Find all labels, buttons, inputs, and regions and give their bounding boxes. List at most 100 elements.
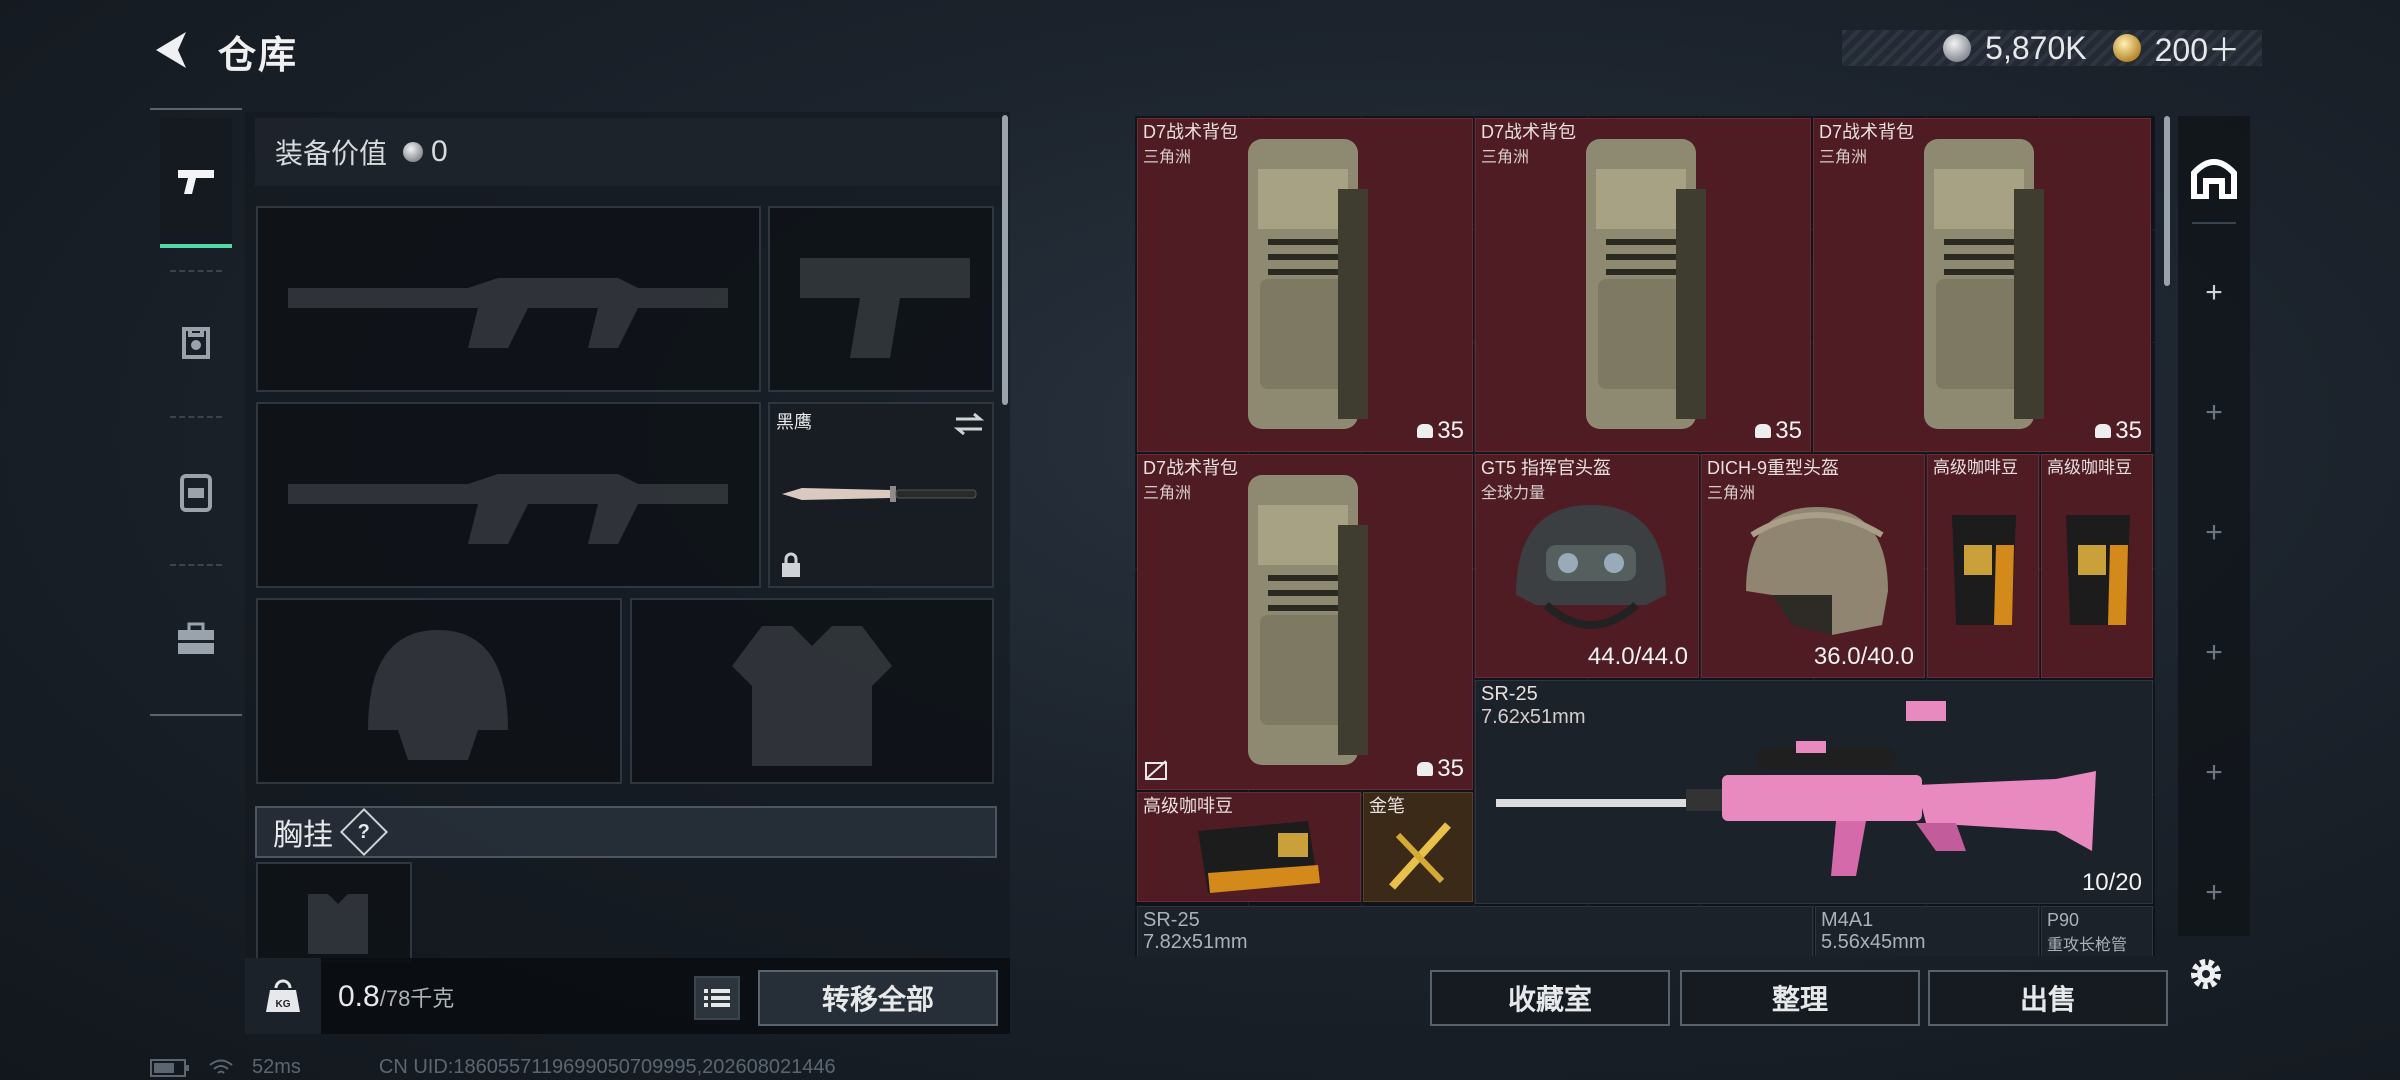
vest-silhouette-icon: [732, 626, 892, 766]
list-icon: [704, 989, 730, 1007]
no-insure-icon: [1145, 760, 1167, 780]
stash-item-helmet[interactable]: DICH-9重型头盔 三角洲 36.0/40.0: [1701, 454, 1925, 678]
coffee-bag-icon: [1952, 515, 2016, 625]
uid: CN UID:1860557119699050709995,2026080214…: [378, 1056, 836, 1078]
weight-max: /78千克: [379, 986, 455, 1011]
stash-page-rail: + + + + + +: [2178, 116, 2250, 936]
gear-icon: [2191, 959, 2221, 989]
stash-item-rifle[interactable]: SR-25 7.62x51mm 10/20: [1475, 680, 2153, 904]
pink-rifle-icon: [1496, 701, 2096, 876]
transfer-all-button[interactable]: 转移全部: [758, 970, 998, 1026]
gold-coin-icon: [2112, 34, 2141, 62]
lock-icon: [782, 552, 800, 577]
chest-rig-label: 胸挂: [273, 819, 333, 852]
add-stash-page-button[interactable]: +: [2178, 276, 2250, 310]
rifle-silhouette-icon: [288, 278, 728, 348]
stash-item-helmet[interactable]: GT5 指挥官头盔 全球力量 44.0/44.0: [1475, 454, 1699, 678]
stash-item-coffee[interactable]: 高级咖啡豆: [1137, 792, 1361, 902]
knife-icon: [782, 486, 977, 502]
stash-item-coffee[interactable]: 高级咖啡豆: [1927, 454, 2039, 678]
primary-weapon-slot[interactable]: [256, 206, 761, 392]
weight-icon: KG: [245, 958, 321, 1034]
swap-icon[interactable]: [954, 412, 984, 436]
stash-home-tab[interactable]: [2178, 146, 2250, 206]
collection-room-button[interactable]: 收藏室: [1430, 970, 1670, 1026]
helmet-icon: [1746, 507, 1888, 635]
armor-icon: [182, 327, 210, 359]
pistol-slot[interactable]: [768, 206, 994, 392]
stash-item-smg[interactable]: P90 重攻长枪管: [2041, 906, 2153, 956]
add-stash-page-button[interactable]: +: [2178, 756, 2250, 790]
melee-slot[interactable]: 黑鹰: [768, 402, 994, 588]
backpack-icon: [1248, 475, 1368, 765]
stash-grid: D7战术背包 三角洲 35 D7战术背包 三角洲 35 D7战术背包 三角洲 3…: [1135, 116, 2155, 956]
melee-name: 黑鹰: [776, 412, 812, 432]
status-bar: 52ms CN UID:1860557119699050709995,20260…: [150, 1056, 836, 1079]
stash-item-rifle[interactable]: M4A1 5.56x45mm: [1815, 906, 2039, 956]
wifi-icon: [209, 1059, 233, 1074]
weight-badge-icon: [1417, 762, 1434, 776]
tab-weapons[interactable]: [160, 118, 232, 248]
weight-readout: 0.8/78千克: [338, 980, 454, 1014]
back-button[interactable]: [150, 28, 194, 72]
coffee-bag-icon: [2066, 515, 2130, 625]
weight-badge-icon: [1417, 424, 1434, 438]
stash-item-backpack[interactable]: D7战术背包 三角洲 35: [1813, 118, 2151, 452]
help-icon[interactable]: ?: [339, 807, 389, 857]
armor-slot[interactable]: [630, 598, 994, 784]
silver-amount: 5,870K: [1985, 29, 2087, 66]
add-stash-page-button[interactable]: +: [2178, 396, 2250, 430]
page-title: 仓库: [218, 35, 299, 77]
stash-item-gold-pen[interactable]: 金笔: [1363, 792, 1473, 902]
settings-button[interactable]: [2186, 954, 2226, 994]
organize-button[interactable]: 整理: [1680, 970, 1920, 1026]
equipment-value-bar: 装备价值 0: [255, 118, 1000, 186]
currency-bar: 5,870K 200＋: [1842, 29, 2262, 68]
pistol-icon: [178, 170, 214, 194]
tab-armor[interactable]: [160, 278, 232, 408]
stash-item-coffee[interactable]: 高级咖啡豆: [2041, 454, 2153, 678]
sell-button[interactable]: 出售: [1928, 970, 2168, 1026]
ping: 52ms: [252, 1056, 301, 1078]
stash-item-backpack[interactable]: D7战术背包 三角洲 35: [1137, 454, 1473, 790]
tab-backpack[interactable]: [160, 426, 232, 556]
chest-rig-slot[interactable]: [256, 862, 412, 962]
backpack-icon: [180, 474, 212, 512]
chest-rig-silhouette-icon: [308, 894, 368, 954]
gold-pen-icon: [1389, 822, 1451, 890]
equip-value: 0: [431, 135, 448, 168]
backpack-icon: [1924, 139, 2044, 429]
gold-amount[interactable]: 200＋: [2155, 25, 2240, 71]
stash-scrollbar[interactable]: [2164, 116, 2170, 286]
pistol-silhouette-icon: [800, 258, 970, 358]
silver-coin-icon: [1943, 34, 1972, 62]
stash-item-rifle[interactable]: SR-25 7.82x51mm: [1137, 906, 1813, 956]
weight-badge-icon: [2095, 424, 2112, 438]
loadout-scrollbar[interactable]: [1002, 115, 1008, 405]
helmet-icon: [1516, 505, 1666, 629]
add-stash-page-button[interactable]: +: [2178, 636, 2250, 670]
backpack-icon: [1248, 139, 1368, 429]
list-view-button[interactable]: [694, 976, 740, 1020]
helmet-slot[interactable]: [256, 598, 622, 784]
weight-badge-icon: [1755, 424, 1772, 438]
tab-tools[interactable]: [160, 574, 232, 704]
vault-icon: [2191, 159, 2237, 199]
toolbox-icon: [178, 622, 214, 654]
weight-current: 0.8: [338, 980, 380, 1013]
helmet-silhouette-icon: [368, 630, 508, 760]
silver-coin-icon: [403, 142, 424, 162]
secondary-weapon-slot[interactable]: [256, 402, 761, 588]
coffee-bag-icon: [1198, 821, 1320, 893]
stash-item-backpack[interactable]: D7战术背包 三角洲 35: [1137, 118, 1473, 452]
chest-rig-header: 胸挂 ?: [255, 806, 997, 858]
svg-text:KG: KG: [276, 999, 291, 1010]
equip-value-label: 装备价值: [275, 138, 388, 169]
add-stash-page-button[interactable]: +: [2178, 516, 2250, 550]
battery-icon: [150, 1058, 189, 1077]
category-rail: [150, 108, 242, 716]
back-arrow-icon: [156, 32, 186, 68]
rifle-silhouette-icon: [288, 474, 728, 544]
add-stash-page-button[interactable]: +: [2178, 876, 2250, 910]
stash-item-backpack[interactable]: D7战术背包 三角洲 35: [1475, 118, 1811, 452]
